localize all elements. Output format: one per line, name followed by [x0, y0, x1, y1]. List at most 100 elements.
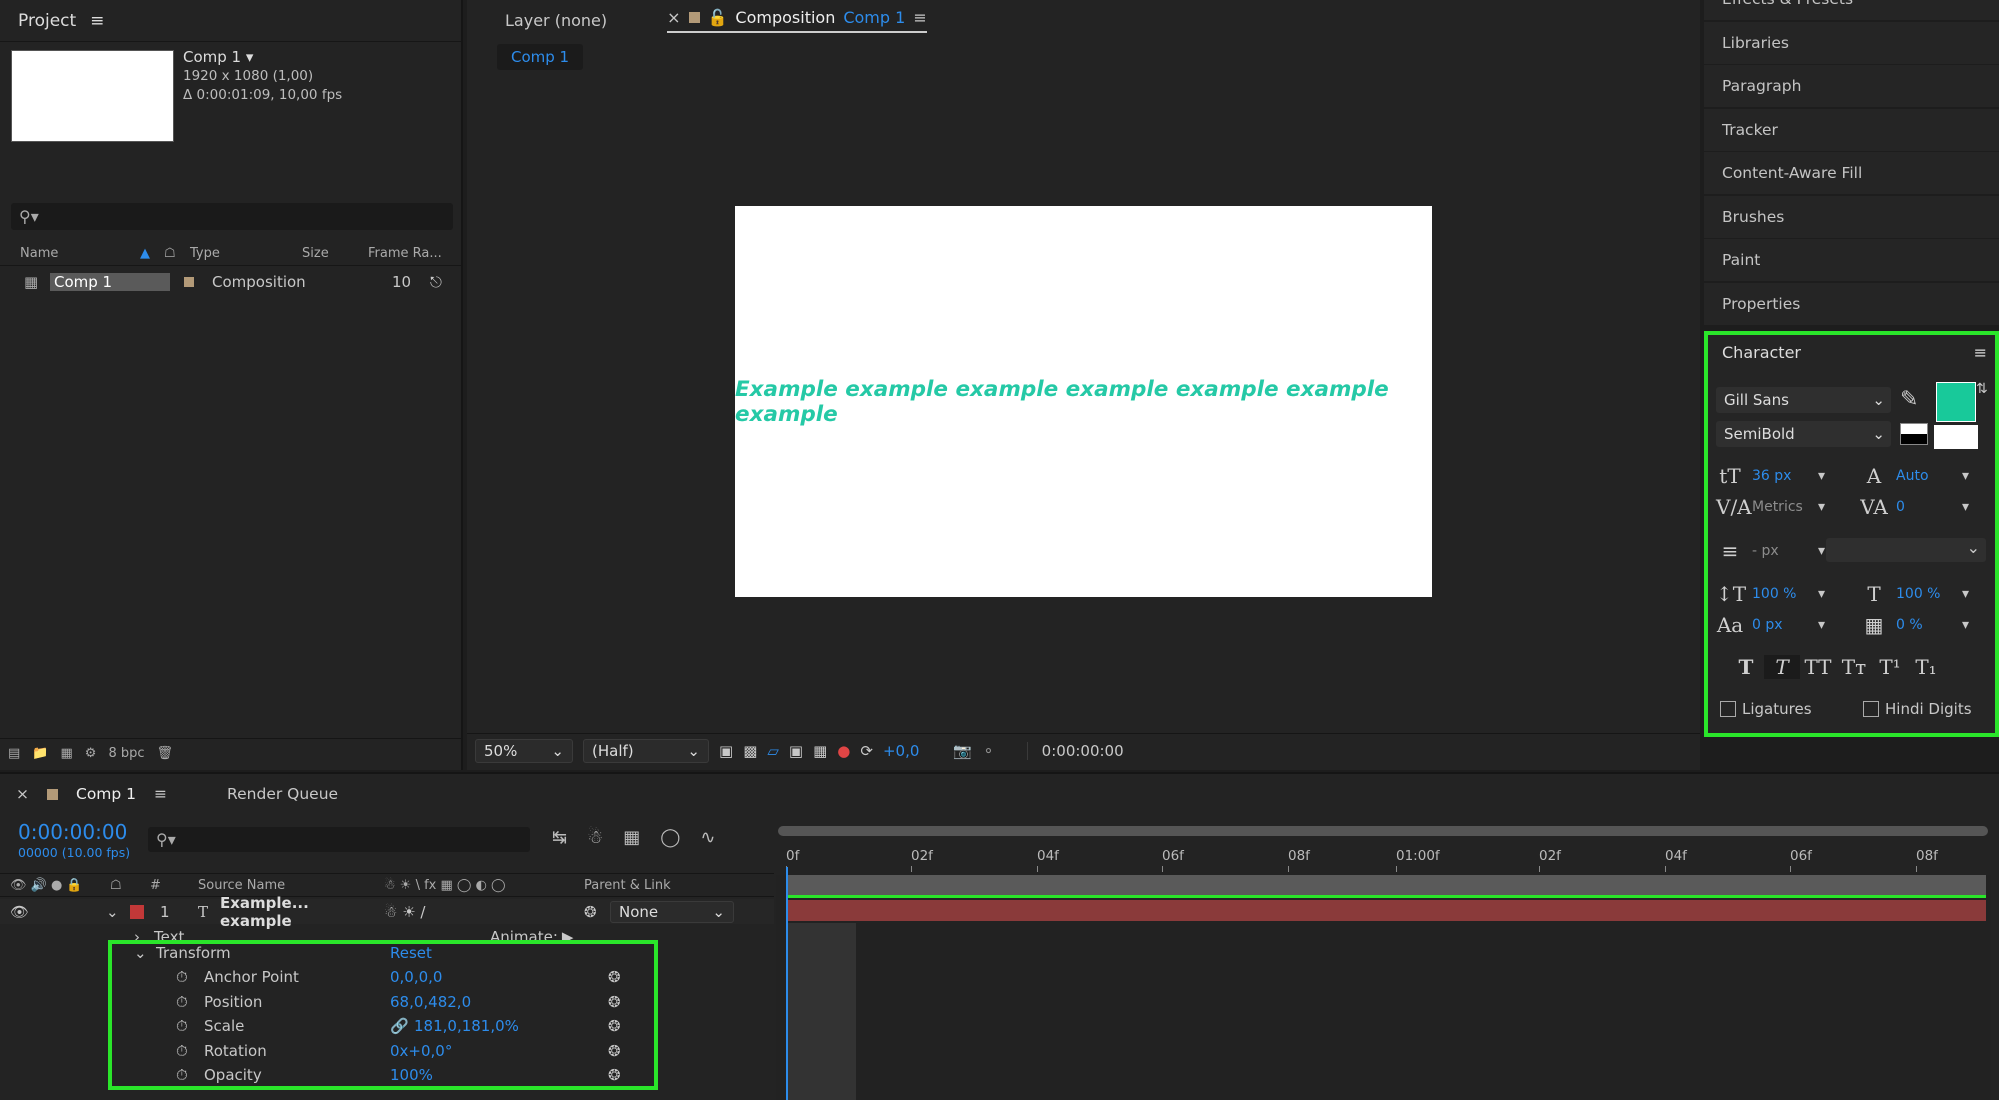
kerning-control[interactable]: V/A Metrics ▾ [1716, 495, 1825, 519]
motion-blur-icon[interactable]: ◯ [660, 827, 680, 848]
track-area[interactable] [776, 867, 1991, 1100]
interpret-footage-icon[interactable]: ▤ [8, 746, 20, 761]
vertical-scale-value[interactable]: 100 % [1752, 586, 1810, 602]
property-value[interactable]: 68,0,482,0 [390, 993, 608, 1011]
font-style-dropdown[interactable]: SemiBold ⌄ [1716, 421, 1891, 447]
chevron-down-icon[interactable]: ⌄ [134, 944, 156, 962]
stroke-width-value[interactable]: - px [1752, 543, 1810, 559]
ligatures-option[interactable]: Ligatures [1720, 700, 1812, 718]
canvas-text-layer[interactable]: Example example example example example … [735, 377, 1432, 427]
stopwatch-icon[interactable]: ⏱ [176, 968, 204, 986]
switches-icons[interactable]: ☃ ☀ \ fx ▦ ◯ ◐ ◯ [384, 878, 584, 893]
panel-menu-icon[interactable]: ≡ [1974, 343, 1987, 362]
pickwhip-icon[interactable]: ❂ [584, 903, 610, 921]
tracking-value[interactable]: 0 [1896, 499, 1954, 515]
expression-pickwhip-icon[interactable]: ❂ [608, 1042, 621, 1060]
layer-switches[interactable]: ☃ ☀ / [384, 903, 584, 921]
comp-mini-flowchart-icon[interactable]: ↹ [552, 827, 567, 848]
project-panel-title[interactable]: Project [18, 11, 76, 31]
font-size-value[interactable]: 36 px [1752, 468, 1810, 484]
subscript-icon[interactable]: T₁ [1908, 655, 1944, 679]
property-row[interactable]: ⏱ Anchor Point 0,0,0,0 ❂ [176, 968, 621, 986]
tab-layer[interactable]: Layer (none) [505, 11, 607, 30]
panel-effects-presets[interactable]: Effects & Presets [1704, 0, 1999, 20]
constrain-proportions-icon[interactable]: 🔗 [390, 1017, 414, 1035]
leading-control[interactable]: A Auto ▾ [1860, 464, 1969, 488]
column-parent-link[interactable]: Parent & Link [584, 878, 671, 893]
fill-color-swatch[interactable] [1936, 382, 1976, 422]
default-colors-icon[interactable] [1900, 423, 1928, 445]
exposure-value[interactable]: +0,0 [883, 742, 919, 760]
chevron-down-icon[interactable]: ▾ [1818, 499, 1825, 515]
tsume-value[interactable]: 0 % [1896, 617, 1954, 633]
av-features-icons[interactable]: 👁 🔊 ● 🔒 [0, 878, 110, 893]
trash-icon[interactable]: 🗑 [157, 746, 174, 761]
property-value[interactable]: 181,0,181,0% [414, 1017, 608, 1035]
expression-pickwhip-icon[interactable]: ❂ [608, 968, 621, 986]
flowchart-icon[interactable]: ⎋ [430, 273, 442, 291]
fast-previews-icon[interactable]: ▣ [719, 742, 733, 760]
panel-libraries[interactable]: Libraries [1704, 21, 1999, 64]
sort-asc-icon[interactable]: ▲ [140, 246, 164, 261]
chevron-down-icon[interactable]: ▾ [1962, 617, 1969, 633]
chevron-down-icon[interactable]: ▾ [1962, 499, 1969, 515]
tab-comp[interactable]: Comp 1 [76, 785, 136, 803]
project-item-row[interactable]: ▦ Comp 1 Composition 10 ⎋ [0, 268, 461, 295]
time-ruler[interactable]: 0f 02f 04f 06f 08f 01:00f 02f 04f 06f 08… [776, 820, 1991, 875]
panel-menu-icon[interactable]: ≡ [913, 8, 926, 27]
expression-pickwhip-icon[interactable]: ❂ [608, 1017, 621, 1035]
close-icon[interactable]: × [16, 785, 29, 803]
grid-guides-icon[interactable]: ▦ [813, 742, 827, 760]
parent-dropdown[interactable]: None ⌄ [610, 900, 734, 923]
superscript-icon[interactable]: T¹ [1872, 655, 1908, 679]
small-caps-icon[interactable]: Tᴛ [1836, 655, 1872, 679]
panel-brushes[interactable]: Brushes [1704, 195, 1999, 238]
current-timecode[interactable]: 0:00:00:00 [18, 820, 127, 844]
property-value[interactable]: 0,0,0,0 [390, 968, 608, 986]
show-snapshot-icon[interactable]: ⚬ [982, 742, 995, 760]
column-name[interactable]: Name [20, 246, 140, 261]
panel-properties[interactable]: Properties [1704, 282, 1999, 325]
mask-path-icon[interactable]: ▱ [767, 742, 779, 760]
layer-row[interactable]: 👁 ⌄ 1 T Example... example ☃ ☀ / ❂ None … [0, 894, 774, 930]
comp-breadcrumb[interactable]: Comp 1 [497, 44, 584, 70]
project-settings-icon[interactable]: ⚙ [85, 746, 97, 761]
all-caps-icon[interactable]: TT [1800, 655, 1836, 679]
snapshot-icon[interactable]: 📷 [953, 742, 972, 760]
chevron-down-icon[interactable]: ▾ [1818, 543, 1825, 559]
chevron-down-icon[interactable]: ▾ [1818, 617, 1825, 633]
viewer-timecode[interactable]: 0:00:00:00 [1026, 741, 1124, 760]
tsume-control[interactable]: ▦ 0 % ▾ [1860, 613, 1969, 637]
font-family-dropdown[interactable]: Gill Sans ⌄ [1716, 387, 1891, 413]
work-area-bar[interactable] [778, 826, 1988, 836]
comp-name-label[interactable]: Comp 1 ▾ [183, 48, 253, 66]
stopwatch-icon[interactable]: ⏱ [176, 993, 204, 1011]
property-row[interactable]: ⏱ Position 68,0,482,0 ❂ [176, 993, 621, 1011]
transform-group-row[interactable]: ⌄ Transform Reset [134, 944, 432, 962]
property-row[interactable]: ⏱ Opacity 100% ❂ [176, 1066, 621, 1084]
panel-paragraph[interactable]: Paragraph [1704, 65, 1999, 107]
swap-colors-icon[interactable]: ⇅ [1976, 381, 1988, 397]
lock-icon[interactable]: 🔓 [708, 8, 728, 27]
faux-bold-icon[interactable]: T [1728, 655, 1764, 679]
baseline-shift-control[interactable]: Aa 0 px ▾ [1716, 613, 1825, 637]
project-search-input[interactable]: ⚲▾ [11, 203, 453, 230]
stroke-color-swatch[interactable] [1934, 425, 1978, 449]
reset-exposure-icon[interactable]: ⟳ [860, 742, 873, 760]
ligatures-checkbox[interactable] [1720, 701, 1736, 717]
stopwatch-icon[interactable]: ⏱ [176, 1042, 204, 1060]
color-channels-icon[interactable]: ● [837, 742, 850, 760]
baseline-shift-value[interactable]: 0 px [1752, 617, 1810, 633]
property-row[interactable]: ⏱ Rotation 0x+0,0° ❂ [176, 1042, 621, 1060]
tab-render-queue[interactable]: Render Queue [227, 785, 338, 803]
column-type[interactable]: Type [190, 246, 302, 261]
column-size[interactable]: Size [302, 246, 368, 261]
label-tag-icon[interactable]: ☖ [164, 246, 190, 261]
region-of-interest-icon[interactable]: ▣ [789, 742, 803, 760]
horizontal-scale-control[interactable]: T 100 % ▾ [1860, 582, 1969, 606]
column-number[interactable]: # [150, 878, 198, 893]
leading-value[interactable]: Auto [1896, 468, 1954, 484]
zoom-dropdown[interactable]: 50% ⌄ [475, 738, 573, 763]
new-composition-icon[interactable]: ▦ [60, 746, 72, 761]
panel-content-aware-fill[interactable]: Content-Aware Fill [1704, 152, 1999, 194]
